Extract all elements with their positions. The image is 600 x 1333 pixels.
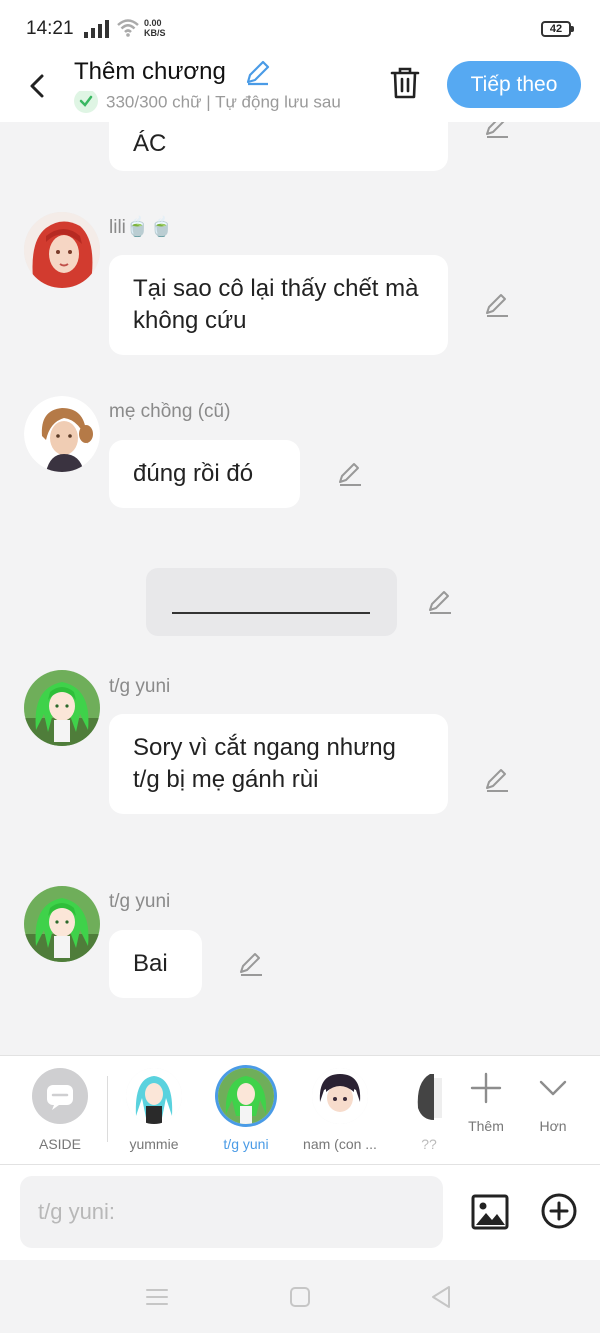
avatar: [126, 1068, 182, 1124]
message-text: Sory vì cắt ngang nhưng t/g bị mẹ gánh r…: [133, 734, 396, 793]
system-nav-bar: [0, 1260, 600, 1333]
avatar[interactable]: [24, 396, 100, 472]
status-time: 14:21: [26, 18, 74, 39]
avatar: [408, 1068, 444, 1124]
edit-message-icon[interactable]: [483, 291, 511, 319]
avatar[interactable]: [24, 670, 100, 746]
character-tg-yuni[interactable]: t/g yuni: [201, 1068, 291, 1152]
next-button[interactable]: Tiếp theo: [447, 61, 581, 108]
compose-bar: [0, 1165, 600, 1260]
back-arrow-icon[interactable]: [22, 66, 52, 106]
edit-message-icon[interactable]: [237, 950, 265, 978]
battery-indicator: 42: [541, 21, 574, 37]
menu-icon[interactable]: [144, 1284, 170, 1310]
message-text: Tại sao cô lại thấy chết mà không cứu: [133, 275, 419, 334]
net-speed-unit: KB/S: [144, 28, 166, 38]
aside-message-bubble[interactable]: [146, 568, 397, 636]
message-bubble[interactable]: Bai: [109, 930, 202, 998]
check-icon: [74, 91, 98, 113]
add-character-label: Thêm: [468, 1118, 504, 1134]
word-count-text: 330/300 chữ | Tự động lưu sau: [106, 92, 341, 112]
character-yummie[interactable]: yummie: [109, 1068, 199, 1152]
plus-icon: [470, 1072, 502, 1104]
message-bubble[interactable]: đúng rồi đó: [109, 440, 300, 508]
message-text: Bai: [133, 950, 168, 977]
add-character-button[interactable]: Thêm: [456, 1070, 516, 1134]
avatar[interactable]: [24, 886, 100, 962]
character-nam[interactable]: nam (con ...: [295, 1068, 385, 1152]
back-triangle-icon[interactable]: [428, 1284, 454, 1310]
word-count-status: 330/300 chữ | Tự động lưu sau: [74, 91, 362, 115]
message-bubble[interactable]: Tại sao cô lại thấy chết mà không cứu: [109, 255, 448, 355]
character-label: yummie: [129, 1136, 179, 1152]
character-label: ??: [421, 1136, 437, 1152]
edit-message-icon[interactable]: [483, 766, 511, 794]
message-text: ÁC: [133, 130, 167, 157]
sender-name: mẹ chồng (cũ): [109, 401, 231, 422]
page-title: Thêm chương: [74, 58, 226, 85]
message-input[interactable]: [20, 1176, 443, 1248]
status-bar: 14:21 0.00 KB/S 42: [0, 0, 600, 58]
editor-header: Thêm chương 330/300 chữ | Tự động lưu sa…: [0, 58, 600, 122]
avatar[interactable]: [24, 212, 100, 288]
message-text: đúng rồi đó: [133, 460, 254, 487]
edit-message-icon[interactable]: [483, 122, 511, 140]
add-circle-icon[interactable]: [540, 1192, 578, 1230]
aside-icon: [32, 1068, 88, 1124]
character-label: nam (con ...: [303, 1136, 377, 1152]
chat-area[interactable]: ÁC lili🍵🍵 Tại sao cô lại thấy chết mà kh…: [0, 122, 600, 1055]
sender-name: t/g yuni: [109, 891, 171, 912]
sender-name: lili🍵🍵: [109, 217, 174, 238]
character-unknown[interactable]: ??: [384, 1068, 444, 1152]
character-selector: ASIDE yummie t/g yuni nam (con ... ?? Th…: [0, 1055, 600, 1165]
signal-icon: [84, 20, 109, 38]
more-button[interactable]: Hơn: [523, 1070, 583, 1134]
character-label: t/g yuni: [223, 1136, 269, 1152]
net-speed: 0.00 KB/S: [144, 18, 166, 38]
image-icon[interactable]: [470, 1192, 510, 1232]
message-bubble[interactable]: Sory vì cắt ngang nhưng t/g bị mẹ gánh r…: [109, 714, 448, 814]
net-speed-value: 0.00: [144, 18, 162, 28]
avatar: [312, 1068, 368, 1124]
trash-icon[interactable]: [386, 64, 424, 102]
aside-divider-line: [172, 612, 370, 614]
sender-name: t/g yuni: [109, 676, 171, 697]
character-label: ASIDE: [38, 1136, 81, 1152]
more-label: Hơn: [539, 1118, 567, 1134]
edit-message-icon[interactable]: [336, 460, 364, 488]
avatar: [218, 1068, 274, 1124]
divider: [107, 1076, 108, 1142]
wifi-icon: [117, 19, 139, 37]
message-bubble[interactable]: ÁC: [109, 122, 448, 171]
edit-title-icon[interactable]: [244, 58, 272, 86]
home-icon[interactable]: [287, 1284, 313, 1310]
edit-message-icon[interactable]: [426, 588, 454, 616]
chevron-down-icon: [539, 1080, 567, 1096]
character-aside[interactable]: ASIDE: [15, 1068, 105, 1152]
